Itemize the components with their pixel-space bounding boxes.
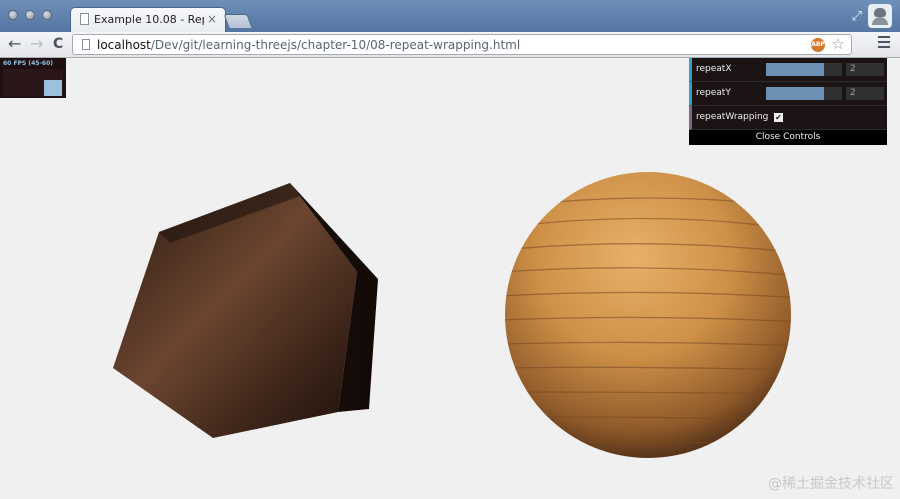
repeatx-slider[interactable] bbox=[766, 63, 842, 76]
url-path: /Dev/git/learning-threejs/chapter-10/08-… bbox=[150, 38, 521, 52]
repeaty-slider[interactable] bbox=[766, 87, 842, 100]
forward-icon[interactable]: → bbox=[30, 34, 43, 54]
tab-active[interactable]: Example 10.08 - Repeat wrapping × bbox=[70, 7, 226, 32]
url-text[interactable]: localhost/Dev/git/learning-threejs/chapt… bbox=[97, 37, 520, 53]
control-repeaty: repeatY 2 bbox=[689, 82, 887, 106]
reload-icon[interactable]: C bbox=[53, 34, 63, 54]
repeatx-input[interactable]: 2 bbox=[846, 63, 884, 76]
control-repeatx: repeatX 2 bbox=[689, 58, 887, 82]
repeatwrapping-label: repeatWrapping bbox=[696, 112, 769, 122]
webgl-canvas[interactable]: 60 FPS (45-60) repeatX 2 repeatY 2 repea… bbox=[0, 58, 900, 499]
watermark: @稀土掘金技术社区 bbox=[768, 476, 894, 492]
sphere bbox=[505, 172, 791, 458]
bookmark-star-icon[interactable]: ☆ bbox=[832, 36, 845, 53]
tab-close-icon[interactable]: × bbox=[207, 12, 217, 26]
fps-text: 60 FPS (45-60) bbox=[3, 60, 54, 67]
control-repeatwrapping: repeatWrapping ✔ bbox=[689, 106, 887, 130]
incognito-user-icon[interactable] bbox=[868, 4, 892, 28]
close-window-icon[interactable] bbox=[8, 10, 18, 20]
title-bar: Example 10.08 - Repeat wrapping × ⤢ bbox=[0, 0, 900, 32]
back-icon[interactable]: ← bbox=[8, 34, 21, 54]
fps-stats-panel[interactable]: 60 FPS (45-60) bbox=[0, 58, 66, 98]
tab-title: Example 10.08 - Repeat wrapping bbox=[94, 13, 204, 26]
fps-graph bbox=[3, 69, 63, 96]
repeaty-input[interactable]: 2 bbox=[846, 87, 884, 100]
fullscreen-icon[interactable]: ⤢ bbox=[852, 9, 862, 24]
adblock-extension-icon[interactable]: ABP bbox=[811, 38, 825, 52]
repeatwrapping-checkbox[interactable]: ✔ bbox=[774, 113, 783, 122]
zoom-window-icon[interactable] bbox=[42, 10, 52, 20]
page-icon bbox=[82, 39, 90, 50]
titlebar-right: ⤢ bbox=[852, 4, 892, 28]
browser-window: Example 10.08 - Repeat wrapping × ⤢ ← → … bbox=[0, 0, 900, 499]
minimize-window-icon[interactable] bbox=[25, 10, 35, 20]
controls-panel: repeatX 2 repeatY 2 repeatWrapping ✔ Clo… bbox=[689, 58, 887, 145]
new-tab-button[interactable] bbox=[223, 14, 253, 28]
address-bar[interactable]: localhost/Dev/git/learning-threejs/chapt… bbox=[72, 34, 852, 55]
page-icon bbox=[80, 13, 89, 25]
browser-toolbar: ← → C localhost/Dev/git/learning-threejs… bbox=[0, 32, 900, 58]
url-host: localhost bbox=[97, 38, 151, 52]
close-controls-button[interactable]: Close Controls bbox=[689, 130, 887, 145]
repeatx-label: repeatX bbox=[696, 64, 732, 74]
menu-icon[interactable] bbox=[878, 36, 890, 50]
repeaty-label: repeatY bbox=[696, 88, 731, 98]
